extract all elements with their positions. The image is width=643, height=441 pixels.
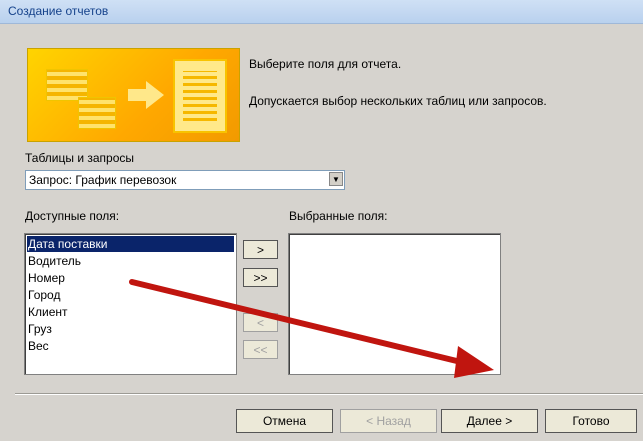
remove-field-button[interactable]: < xyxy=(243,313,278,332)
list-item[interactable]: Груз xyxy=(27,321,52,337)
add-all-fields-button[interactable]: >> xyxy=(243,268,278,287)
window-title: Создание отчетов xyxy=(8,4,109,18)
add-field-button[interactable]: > xyxy=(243,240,278,259)
list-item[interactable]: Вес xyxy=(27,338,49,354)
chevron-down-icon[interactable]: ▼ xyxy=(329,172,343,186)
arrow-icon xyxy=(146,81,164,109)
list-item[interactable]: Город xyxy=(27,287,60,303)
report-doc-icon xyxy=(173,59,227,133)
title-bar: Создание отчетов xyxy=(0,0,643,24)
footer-separator xyxy=(15,393,643,395)
selected-fields-list[interactable] xyxy=(288,233,501,375)
intro-line-1: Выберите поля для отчета. xyxy=(249,57,402,71)
list-item[interactable]: Номер xyxy=(27,270,65,286)
back-button[interactable]: < Назад xyxy=(340,409,437,433)
available-fields-label: Доступные поля: xyxy=(25,209,120,223)
table-icon-2 xyxy=(78,97,116,129)
selected-fields-label: Выбранные поля: xyxy=(289,209,388,223)
tables-label: Таблицы и запросы xyxy=(25,151,135,165)
next-button[interactable]: Далее > xyxy=(441,409,538,433)
finish-button[interactable]: Готово xyxy=(545,409,637,433)
report-wizard-banner xyxy=(27,48,240,142)
available-fields-list[interactable]: Дата поставки Водитель Номер Город Клиен… xyxy=(24,233,237,375)
remove-all-fields-button[interactable]: << xyxy=(243,340,278,359)
query-select-value: Запрос: График перевозок xyxy=(29,173,177,187)
list-item[interactable]: Водитель xyxy=(27,253,81,269)
arrow-shaft xyxy=(128,89,148,101)
cancel-button[interactable]: Отмена xyxy=(236,409,333,433)
list-item[interactable]: Клиент xyxy=(27,304,68,320)
query-select[interactable]: Запрос: График перевозок ▼ xyxy=(25,170,345,190)
list-item[interactable]: Дата поставки xyxy=(27,236,234,252)
intro-line-2: Допускается выбор нескольких таблиц или … xyxy=(249,94,547,108)
